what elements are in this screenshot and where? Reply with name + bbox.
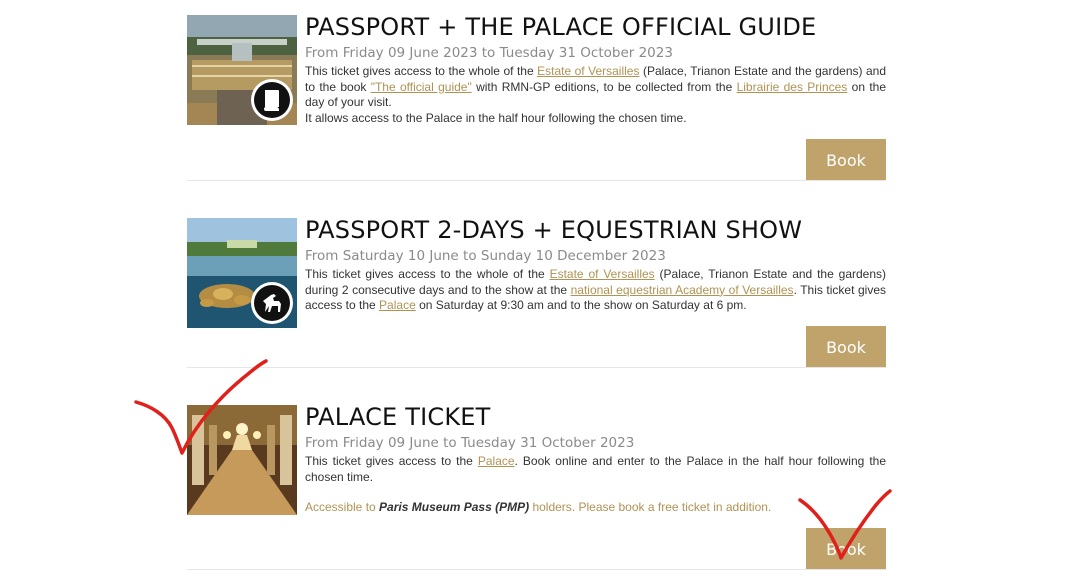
link-librairie-des-princes[interactable]: Librairie des Princes bbox=[737, 80, 848, 94]
ticket-title: PASSPORT + THE PALACE OFFICIAL GUIDE bbox=[305, 13, 817, 41]
ticket-dates: From Friday 09 June 2023 to Tuesday 31 O… bbox=[305, 45, 673, 61]
divider bbox=[187, 367, 886, 368]
ticket-passport-official-guide: PASSPORT + THE PALACE OFFICIAL GUIDE Fro… bbox=[187, 12, 886, 181]
ticket-title: PALACE TICKET bbox=[305, 403, 491, 431]
book-icon bbox=[254, 82, 290, 118]
ticket-dates: From Saturday 10 June to Sunday 10 Decem… bbox=[305, 248, 666, 264]
ticket-title: PASSPORT 2-DAYS + EQUESTRIAN SHOW bbox=[305, 216, 803, 244]
ticket-dates: From Friday 09 June to Tuesday 31 Octobe… bbox=[305, 435, 635, 451]
link-palace[interactable]: Palace bbox=[379, 298, 416, 312]
link-estate-of-versailles[interactable]: Estate of Versailles bbox=[550, 267, 655, 281]
divider bbox=[187, 569, 886, 570]
link-estate-of-versailles[interactable]: Estate of Versailles bbox=[537, 64, 639, 78]
ticket-description: This ticket gives access to the Palace. … bbox=[305, 454, 887, 484]
link-palace[interactable]: Palace bbox=[478, 454, 515, 468]
badge bbox=[251, 79, 293, 121]
badge bbox=[251, 282, 293, 324]
ticket-content: PASSPORT + THE PALACE OFFICIAL GUIDE Fro… bbox=[305, 12, 886, 126]
book-button[interactable]: Book bbox=[806, 139, 886, 181]
ticket-description: This ticket gives access to the whole of… bbox=[305, 64, 887, 125]
ticket-thumbnail bbox=[187, 218, 297, 328]
ticket-thumbnail bbox=[187, 405, 297, 515]
divider bbox=[187, 180, 886, 181]
ticket-passport-equestrian-show: PASSPORT 2-DAYS + EQUESTRIAN SHOW From S… bbox=[187, 215, 886, 368]
ticket-description: This ticket gives access to the whole of… bbox=[305, 267, 887, 313]
ticket-content: PASSPORT 2-DAYS + EQUESTRIAN SHOW From S… bbox=[305, 215, 886, 314]
ticket-palace: PALACE TICKET From Friday 09 June to Tue… bbox=[187, 402, 886, 570]
link-equestrian-academy[interactable]: national equestrian Academy of Versaille… bbox=[571, 283, 794, 297]
ticket-thumbnail bbox=[187, 15, 297, 125]
book-button[interactable]: Book bbox=[806, 326, 886, 368]
pmp-note: Accessible to Paris Museum Pass (PMP) ho… bbox=[305, 500, 772, 515]
link-official-guide[interactable]: "The official guide" bbox=[371, 80, 472, 94]
horse-icon bbox=[254, 285, 290, 321]
ticket-content: PALACE TICKET From Friday 09 June to Tue… bbox=[305, 402, 886, 514]
book-button[interactable]: Book bbox=[806, 528, 886, 570]
